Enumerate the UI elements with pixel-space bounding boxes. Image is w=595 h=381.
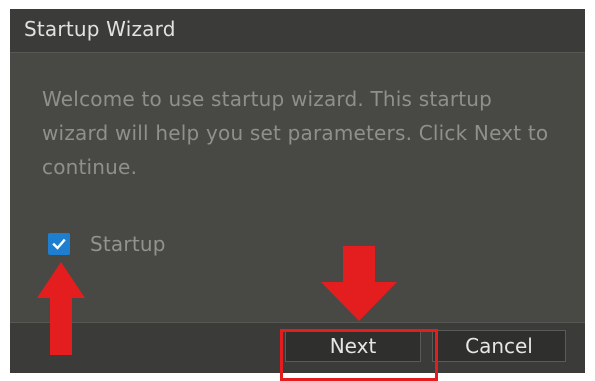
startup-checkbox[interactable] xyxy=(48,233,70,255)
startup-wizard-dialog: Startup Wizard Welcome to use startup wi… xyxy=(10,9,585,373)
dialog-title: Startup Wizard xyxy=(24,17,176,41)
cancel-button[interactable]: Cancel xyxy=(432,330,566,362)
startup-checkbox-row[interactable]: Startup xyxy=(48,231,166,257)
screenshot-stage: Startup Wizard Welcome to use startup wi… xyxy=(0,0,595,381)
startup-checkbox-label: Startup xyxy=(90,232,166,256)
check-icon xyxy=(52,238,66,250)
next-button[interactable]: Next xyxy=(285,330,421,362)
dialog-titlebar: Startup Wizard xyxy=(10,9,585,53)
welcome-message: Welcome to use startup wizard. This star… xyxy=(42,87,549,179)
